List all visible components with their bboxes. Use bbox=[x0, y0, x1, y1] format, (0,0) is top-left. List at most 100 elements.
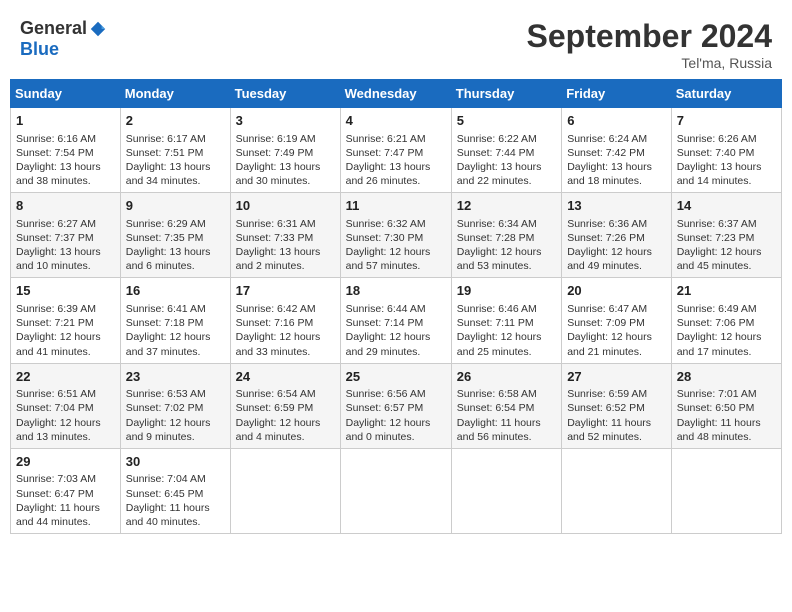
day-number: 16 bbox=[126, 282, 225, 300]
day-number: 5 bbox=[457, 112, 556, 130]
day-number: 27 bbox=[567, 368, 666, 386]
cell-sun-info: Sunrise: 6:41 AM Sunset: 7:18 PM Dayligh… bbox=[126, 302, 225, 359]
cell-sun-info: Sunrise: 6:34 AM Sunset: 7:28 PM Dayligh… bbox=[457, 217, 556, 274]
day-number: 20 bbox=[567, 282, 666, 300]
cell-sun-info: Sunrise: 7:01 AM Sunset: 6:50 PM Dayligh… bbox=[677, 387, 776, 444]
calendar-cell: 27Sunrise: 6:59 AM Sunset: 6:52 PM Dayli… bbox=[562, 363, 672, 448]
cell-sun-info: Sunrise: 6:54 AM Sunset: 6:59 PM Dayligh… bbox=[236, 387, 335, 444]
calendar-cell: 26Sunrise: 6:58 AM Sunset: 6:54 PM Dayli… bbox=[451, 363, 561, 448]
day-number: 19 bbox=[457, 282, 556, 300]
day-number: 13 bbox=[567, 197, 666, 215]
day-number: 25 bbox=[346, 368, 446, 386]
calendar-cell: 23Sunrise: 6:53 AM Sunset: 7:02 PM Dayli… bbox=[120, 363, 230, 448]
day-number: 18 bbox=[346, 282, 446, 300]
calendar-cell: 6Sunrise: 6:24 AM Sunset: 7:42 PM Daylig… bbox=[562, 108, 672, 193]
cell-sun-info: Sunrise: 6:27 AM Sunset: 7:37 PM Dayligh… bbox=[16, 217, 115, 274]
day-number: 21 bbox=[677, 282, 776, 300]
weekday-header: Thursday bbox=[451, 80, 561, 108]
cell-sun-info: Sunrise: 6:36 AM Sunset: 7:26 PM Dayligh… bbox=[567, 217, 666, 274]
day-number: 28 bbox=[677, 368, 776, 386]
day-number: 10 bbox=[236, 197, 335, 215]
cell-sun-info: Sunrise: 6:49 AM Sunset: 7:06 PM Dayligh… bbox=[677, 302, 776, 359]
calendar-week-row: 22Sunrise: 6:51 AM Sunset: 7:04 PM Dayli… bbox=[11, 363, 782, 448]
title-block: September 2024 Tel'ma, Russia bbox=[527, 18, 772, 71]
logo: General Blue bbox=[20, 18, 107, 60]
calendar-cell: 2 Sunrise: 6:17 AM Sunset: 7:51 PM Daylig… bbox=[120, 108, 230, 193]
calendar-cell: 19 Sunrise: 6:46 AM Sunset: 7:11 PM Dayli… bbox=[451, 278, 561, 363]
logo-icon bbox=[89, 20, 107, 38]
cell-sun-info: Sunrise: 6:17 AM Sunset: 7:51 PM Dayligh… bbox=[126, 132, 225, 189]
calendar-cell: 29Sunrise: 7:03 AM Sunset: 6:47 PM Dayli… bbox=[11, 448, 121, 533]
calendar-cell bbox=[451, 448, 561, 533]
calendar-cell: 5 Sunrise: 6:22 AM Sunset: 7:44 PM Daylig… bbox=[451, 108, 561, 193]
calendar-cell: 8Sunrise: 6:27 AM Sunset: 7:37 PM Daylig… bbox=[11, 193, 121, 278]
calendar-cell: 24Sunrise: 6:54 AM Sunset: 6:59 PM Dayli… bbox=[230, 363, 340, 448]
cell-sun-info: Sunrise: 6:24 AM Sunset: 7:42 PM Dayligh… bbox=[567, 132, 666, 189]
day-number: 14 bbox=[677, 197, 776, 215]
calendar-cell: 11Sunrise: 6:32 AM Sunset: 7:30 PM Dayli… bbox=[340, 193, 451, 278]
cell-sun-info: Sunrise: 6:19 AM Sunset: 7:49 PM Dayligh… bbox=[236, 132, 335, 189]
calendar-cell: 12Sunrise: 6:34 AM Sunset: 7:28 PM Dayli… bbox=[451, 193, 561, 278]
cell-sun-info: Sunrise: 6:31 AM Sunset: 7:33 PM Dayligh… bbox=[236, 217, 335, 274]
cell-sun-info: Sunrise: 6:53 AM Sunset: 7:02 PM Dayligh… bbox=[126, 387, 225, 444]
cell-sun-info: Sunrise: 6:22 AM Sunset: 7:44 PM Dayligh… bbox=[457, 132, 556, 189]
calendar-header-row: SundayMondayTuesdayWednesdayThursdayFrid… bbox=[11, 80, 782, 108]
calendar-cell bbox=[230, 448, 340, 533]
cell-sun-info: Sunrise: 6:47 AM Sunset: 7:09 PM Dayligh… bbox=[567, 302, 666, 359]
calendar-week-row: 8Sunrise: 6:27 AM Sunset: 7:37 PM Daylig… bbox=[11, 193, 782, 278]
calendar-cell: 18 Sunrise: 6:44 AM Sunset: 7:14 PM Dayli… bbox=[340, 278, 451, 363]
cell-sun-info: Sunrise: 6:37 AM Sunset: 7:23 PM Dayligh… bbox=[677, 217, 776, 274]
weekday-header: Wednesday bbox=[340, 80, 451, 108]
day-number: 22 bbox=[16, 368, 115, 386]
cell-sun-info: Sunrise: 7:04 AM Sunset: 6:45 PM Dayligh… bbox=[126, 472, 225, 529]
day-number: 15 bbox=[16, 282, 115, 300]
day-number: 2 bbox=[126, 112, 225, 130]
day-number: 11 bbox=[346, 197, 446, 215]
calendar-cell bbox=[340, 448, 451, 533]
calendar-cell: 28Sunrise: 7:01 AM Sunset: 6:50 PM Dayli… bbox=[671, 363, 781, 448]
cell-sun-info: Sunrise: 6:46 AM Sunset: 7:11 PM Dayligh… bbox=[457, 302, 556, 359]
calendar-cell: 3 Sunrise: 6:19 AM Sunset: 7:49 PM Daylig… bbox=[230, 108, 340, 193]
calendar-cell: 13 Sunrise: 6:36 AM Sunset: 7:26 PM Dayli… bbox=[562, 193, 672, 278]
cell-sun-info: Sunrise: 6:56 AM Sunset: 6:57 PM Dayligh… bbox=[346, 387, 446, 444]
calendar-cell bbox=[671, 448, 781, 533]
calendar-cell: 1Sunrise: 6:16 AM Sunset: 7:54 PM Daylig… bbox=[11, 108, 121, 193]
calendar-cell: 15 Sunrise: 6:39 AM Sunset: 7:21 PM Dayli… bbox=[11, 278, 121, 363]
calendar-cell: 30Sunrise: 7:04 AM Sunset: 6:45 PM Dayli… bbox=[120, 448, 230, 533]
cell-sun-info: Sunrise: 6:42 AM Sunset: 7:16 PM Dayligh… bbox=[236, 302, 335, 359]
day-number: 17 bbox=[236, 282, 335, 300]
cell-sun-info: Sunrise: 6:26 AM Sunset: 7:40 PM Dayligh… bbox=[677, 132, 776, 189]
cell-sun-info: Sunrise: 6:51 AM Sunset: 7:04 PM Dayligh… bbox=[16, 387, 115, 444]
month-title: September 2024 bbox=[527, 18, 772, 55]
day-number: 30 bbox=[126, 453, 225, 471]
cell-sun-info: Sunrise: 7:03 AM Sunset: 6:47 PM Dayligh… bbox=[16, 472, 115, 529]
day-number: 1 bbox=[16, 112, 115, 130]
day-number: 4 bbox=[346, 112, 446, 130]
day-number: 9 bbox=[126, 197, 225, 215]
calendar-cell: 14 Sunrise: 6:37 AM Sunset: 7:23 PM Dayli… bbox=[671, 193, 781, 278]
cell-sun-info: Sunrise: 6:39 AM Sunset: 7:21 PM Dayligh… bbox=[16, 302, 115, 359]
location: Tel'ma, Russia bbox=[527, 55, 772, 71]
day-number: 3 bbox=[236, 112, 335, 130]
cell-sun-info: Sunrise: 6:59 AM Sunset: 6:52 PM Dayligh… bbox=[567, 387, 666, 444]
calendar-cell bbox=[562, 448, 672, 533]
cell-sun-info: Sunrise: 6:44 AM Sunset: 7:14 PM Dayligh… bbox=[346, 302, 446, 359]
cell-sun-info: Sunrise: 6:21 AM Sunset: 7:47 PM Dayligh… bbox=[346, 132, 446, 189]
calendar-week-row: 29Sunrise: 7:03 AM Sunset: 6:47 PM Dayli… bbox=[11, 448, 782, 533]
calendar-cell: 21 Sunrise: 6:49 AM Sunset: 7:06 PM Dayli… bbox=[671, 278, 781, 363]
calendar-cell: 25Sunrise: 6:56 AM Sunset: 6:57 PM Dayli… bbox=[340, 363, 451, 448]
day-number: 7 bbox=[677, 112, 776, 130]
calendar-cell: 20 Sunrise: 6:47 AM Sunset: 7:09 PM Dayli… bbox=[562, 278, 672, 363]
day-number: 29 bbox=[16, 453, 115, 471]
weekday-header: Sunday bbox=[11, 80, 121, 108]
calendar-cell: 10 Sunrise: 6:31 AM Sunset: 7:33 PM Dayli… bbox=[230, 193, 340, 278]
day-number: 23 bbox=[126, 368, 225, 386]
calendar-week-row: 15 Sunrise: 6:39 AM Sunset: 7:21 PM Dayli… bbox=[11, 278, 782, 363]
calendar-table: SundayMondayTuesdayWednesdayThursdayFrid… bbox=[10, 79, 782, 534]
calendar-cell: 17 Sunrise: 6:42 AM Sunset: 7:16 PM Dayli… bbox=[230, 278, 340, 363]
calendar-cell: 4 Sunrise: 6:21 AM Sunset: 7:47 PM Daylig… bbox=[340, 108, 451, 193]
cell-sun-info: Sunrise: 6:58 AM Sunset: 6:54 PM Dayligh… bbox=[457, 387, 556, 444]
logo-blue-text: Blue bbox=[20, 39, 59, 59]
calendar-cell: 22Sunrise: 6:51 AM Sunset: 7:04 PM Dayli… bbox=[11, 363, 121, 448]
calendar-cell: 9Sunrise: 6:29 AM Sunset: 7:35 PM Daylig… bbox=[120, 193, 230, 278]
